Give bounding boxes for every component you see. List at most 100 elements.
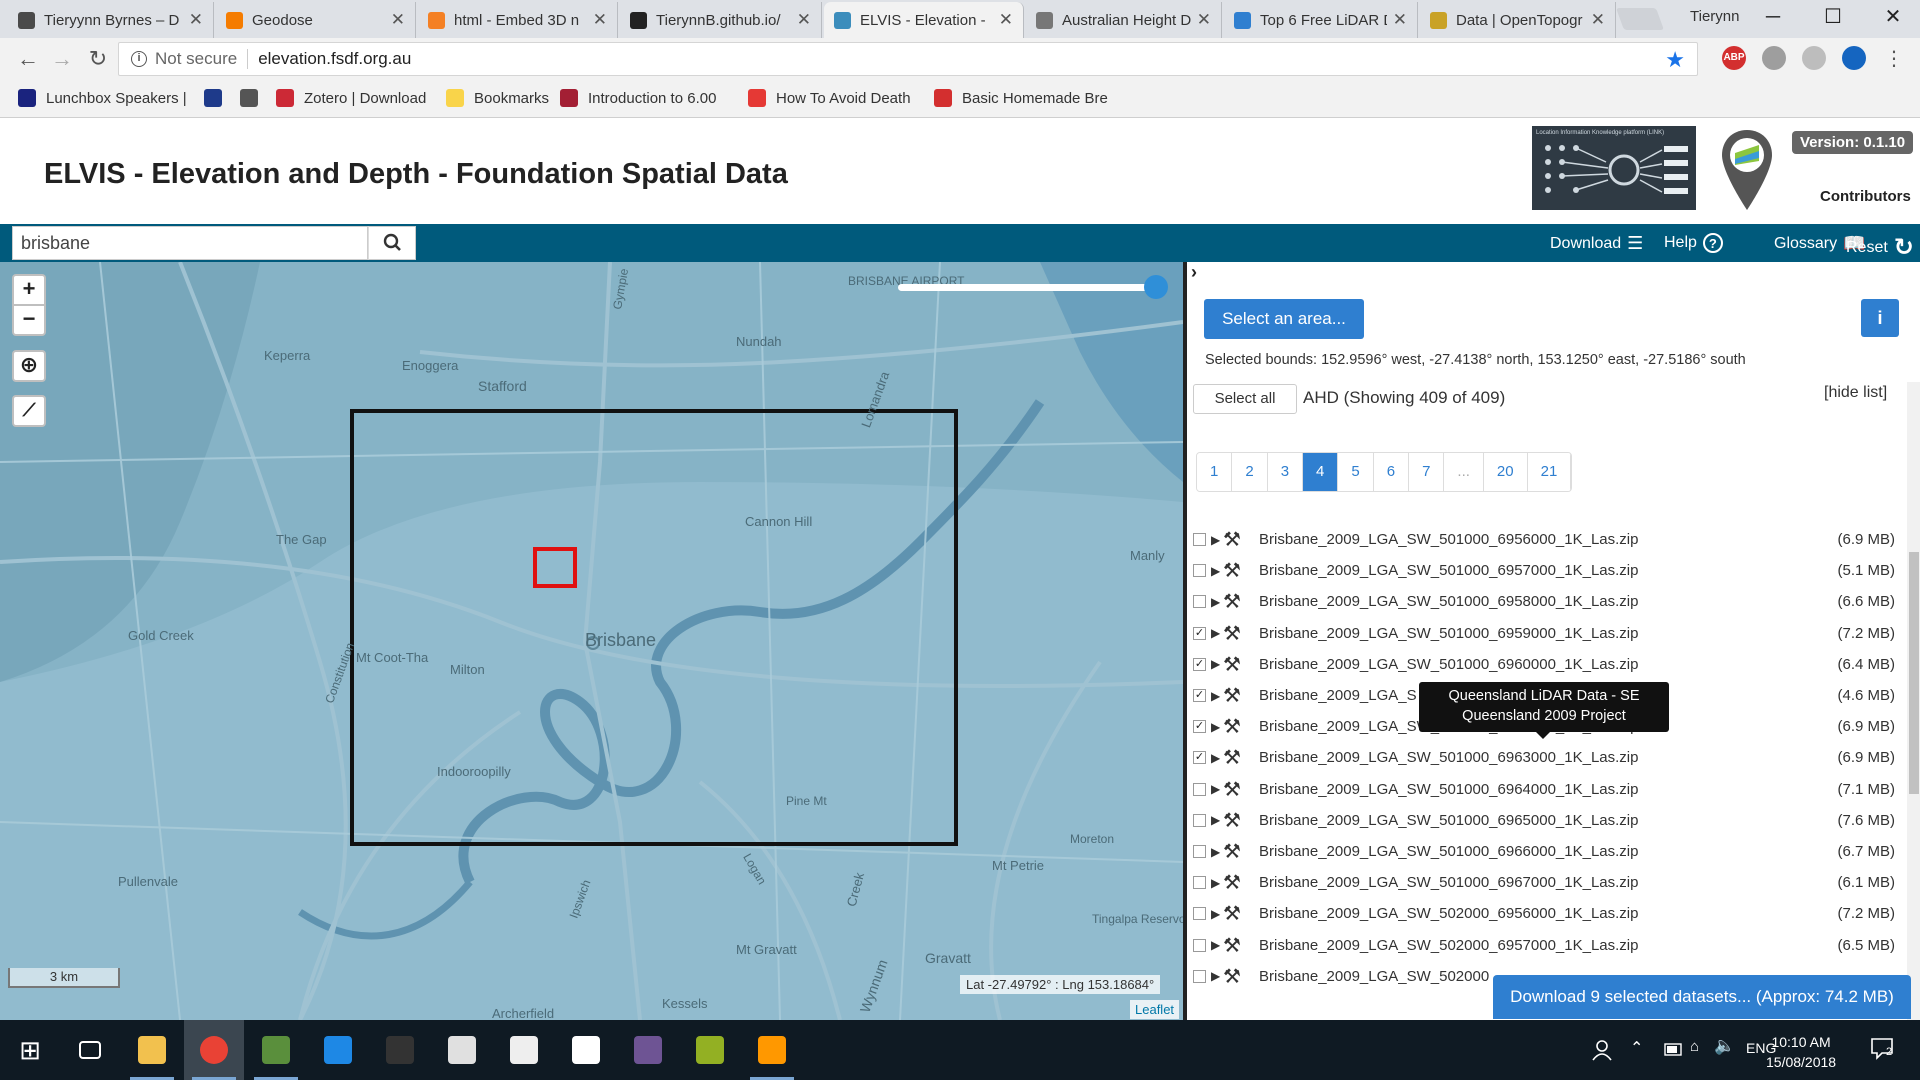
taskbar-chrome[interactable] (184, 1020, 244, 1080)
browser-tab[interactable]: Tieryynn Byrnes – D ✕ (8, 2, 214, 38)
link-platform-logo[interactable]: Location Information Knowledge platform … (1532, 126, 1696, 210)
zoom-box-icon[interactable]: ⊕ (12, 350, 46, 382)
expand-caret-icon[interactable]: ▶ (1211, 813, 1220, 827)
browser-tab[interactable]: Australian Height D ✕ (1026, 2, 1222, 38)
download-selected-button[interactable]: Download 9 selected datasets... (Approx:… (1493, 975, 1911, 1019)
tools-icon[interactable]: ⚒ (1223, 870, 1241, 895)
browser-tab[interactable]: TierynnB.github.io/ ✕ (620, 2, 822, 38)
tools-icon[interactable]: ⚒ (1223, 558, 1241, 583)
tab-close-icon[interactable]: ✕ (1393, 10, 1407, 30)
tab-close-icon[interactable]: ✕ (797, 10, 811, 30)
file-checkbox[interactable]: ✓ (1193, 626, 1206, 640)
collapse-panel-icon[interactable]: › (1191, 262, 1197, 283)
clock[interactable]: 10:10 AM 15/08/2018 (1766, 1032, 1836, 1072)
bookmark-item[interactable]: How To Avoid Death (748, 89, 911, 107)
file-checkbox[interactable] (1193, 938, 1206, 952)
location-search-input[interactable]: brisbane (12, 226, 368, 260)
url-text[interactable]: elevation.fsdf.org.au (258, 49, 411, 69)
file-checkbox[interactable] (1193, 845, 1206, 858)
file-name[interactable]: Brisbane_2009_LGA_SW_501000_6957000_1K_L… (1259, 562, 1638, 579)
file-name[interactable]: Brisbane_2009_LGA_SW_501000_6959000_1K_L… (1259, 625, 1638, 642)
page-button[interactable]: 2 (1232, 453, 1268, 491)
expand-caret-icon[interactable]: ▶ (1211, 720, 1220, 734)
help-menu[interactable]: Help ? (1664, 233, 1723, 253)
leaflet-attribution-link[interactable]: Leaflet (1130, 1000, 1180, 1019)
tab-close-icon[interactable]: ✕ (1591, 10, 1605, 30)
bookmark-item[interactable]: Introduction to 6.00 (560, 89, 716, 107)
taskbar-task-view[interactable] (60, 1020, 120, 1080)
expand-caret-icon[interactable]: ▶ (1211, 938, 1220, 952)
tab-close-icon[interactable]: ✕ (189, 10, 203, 30)
page-button[interactable]: 1 (1197, 453, 1233, 491)
profile-name[interactable]: Tierynn (1690, 8, 1739, 25)
extension-icon[interactable] (1762, 46, 1786, 70)
bookmark-item[interactable]: Basic Homemade Bre (934, 89, 1108, 107)
file-checkbox[interactable] (1193, 533, 1206, 546)
fsdf-pin-logo[interactable] (1720, 128, 1774, 212)
taskbar-calculator[interactable] (432, 1020, 492, 1080)
file-name[interactable]: Brisbane_2009_LGA_SW_502000_6956000_1K_L… (1259, 905, 1638, 922)
page-button[interactable]: 20 (1483, 453, 1528, 491)
taskbar-github[interactable] (618, 1020, 678, 1080)
file-checkbox[interactable]: ✓ (1193, 720, 1206, 734)
expand-caret-icon[interactable]: ▶ (1211, 751, 1220, 765)
file-checkbox[interactable] (1193, 907, 1206, 921)
tab-close-icon[interactable]: ✕ (999, 10, 1013, 30)
tools-icon[interactable]: ⚒ (1223, 527, 1241, 552)
file-list-scrollbar[interactable] (1907, 382, 1920, 1020)
expand-caret-icon[interactable]: ▶ (1211, 626, 1220, 640)
file-name[interactable]: Brisbane_2009_LGA_SW_501000_6963000_1K_L… (1259, 749, 1638, 766)
browser-tab[interactable]: html - Embed 3D n ✕ (418, 2, 618, 38)
bookmark-item[interactable]: Bookmarks (446, 89, 549, 107)
tools-icon[interactable]: ⚒ (1223, 964, 1241, 989)
tools-icon[interactable]: ⚒ (1223, 652, 1241, 677)
file-checkbox[interactable]: ✓ (1193, 657, 1206, 671)
file-checkbox[interactable] (1193, 782, 1206, 796)
tools-icon[interactable]: ⚒ (1223, 714, 1241, 739)
file-name[interactable]: Brisbane_2009_LGA_SW_501000_6960000_1K_L… (1259, 656, 1638, 673)
download-menu[interactable]: Download ☰ (1550, 233, 1643, 254)
tab-close-icon[interactable]: ✕ (1197, 10, 1211, 30)
tools-icon[interactable]: ⚒ (1223, 745, 1241, 770)
expand-caret-icon[interactable]: ▶ (1211, 657, 1220, 671)
browser-tab[interactable]: ELVIS - Elevation - ✕ (824, 2, 1024, 38)
tools-icon[interactable]: ⚒ (1223, 621, 1241, 646)
select-area-button[interactable]: Select an area... (1204, 299, 1364, 339)
people-icon[interactable] (1590, 1038, 1614, 1062)
file-checkbox[interactable] (1193, 876, 1206, 890)
start-button[interactable]: ⊞ (0, 1020, 60, 1080)
taskbar-word[interactable] (556, 1020, 616, 1080)
new-tab-button[interactable] (1615, 8, 1665, 30)
expand-caret-icon[interactable]: ▶ (1211, 564, 1220, 578)
close-window-button[interactable]: ✕ (1870, 2, 1916, 32)
page-button[interactable]: 4 (1303, 453, 1339, 491)
file-name[interactable]: Brisbane_2009_LGA_SW_502000_6957000_1K_L… (1259, 937, 1638, 954)
minimize-button[interactable]: ─ (1750, 2, 1796, 32)
file-name[interactable]: Brisbane_2009_LGA_SW_501000_6958000_1K_L… (1259, 593, 1638, 610)
page-button[interactable]: 6 (1373, 453, 1410, 491)
contributors-link[interactable]: Contributors (1820, 188, 1911, 205)
tab-close-icon[interactable]: ✕ (593, 10, 607, 30)
reload-button[interactable]: ↻ (84, 45, 112, 73)
search-button[interactable] (368, 226, 416, 260)
expand-caret-icon[interactable]: ▶ (1211, 595, 1220, 609)
tools-icon[interactable]: ⚒ (1223, 683, 1241, 708)
hide-list-link[interactable]: [hide list] (1824, 384, 1887, 402)
expand-caret-icon[interactable]: ▶ (1211, 969, 1220, 983)
expand-caret-icon[interactable]: ▶ (1211, 907, 1220, 921)
taskbar-sublime[interactable] (742, 1020, 802, 1080)
expand-caret-icon[interactable]: ▶ (1211, 533, 1220, 547)
zoom-in-button[interactable]: + (12, 274, 46, 306)
file-name[interactable]: Brisbane_2009_LGA_SW_501000_6956000_1K_L… (1259, 531, 1638, 548)
file-checkbox[interactable] (1193, 969, 1206, 983)
extension-icon[interactable] (1842, 46, 1866, 70)
network-icon[interactable]: ⌂ (1690, 1038, 1699, 1055)
tools-icon[interactable]: ⚒ (1223, 901, 1241, 926)
extension-icon[interactable]: ABP (1722, 46, 1746, 70)
expand-caret-icon[interactable]: ▶ (1211, 689, 1220, 703)
forward-button[interactable]: → (48, 45, 76, 73)
bookmark-item[interactable] (204, 89, 232, 107)
back-button[interactable]: ← (14, 45, 42, 73)
select-all-button[interactable]: Select all (1193, 384, 1297, 414)
chrome-menu-icon[interactable]: ⋮ (1880, 45, 1908, 73)
